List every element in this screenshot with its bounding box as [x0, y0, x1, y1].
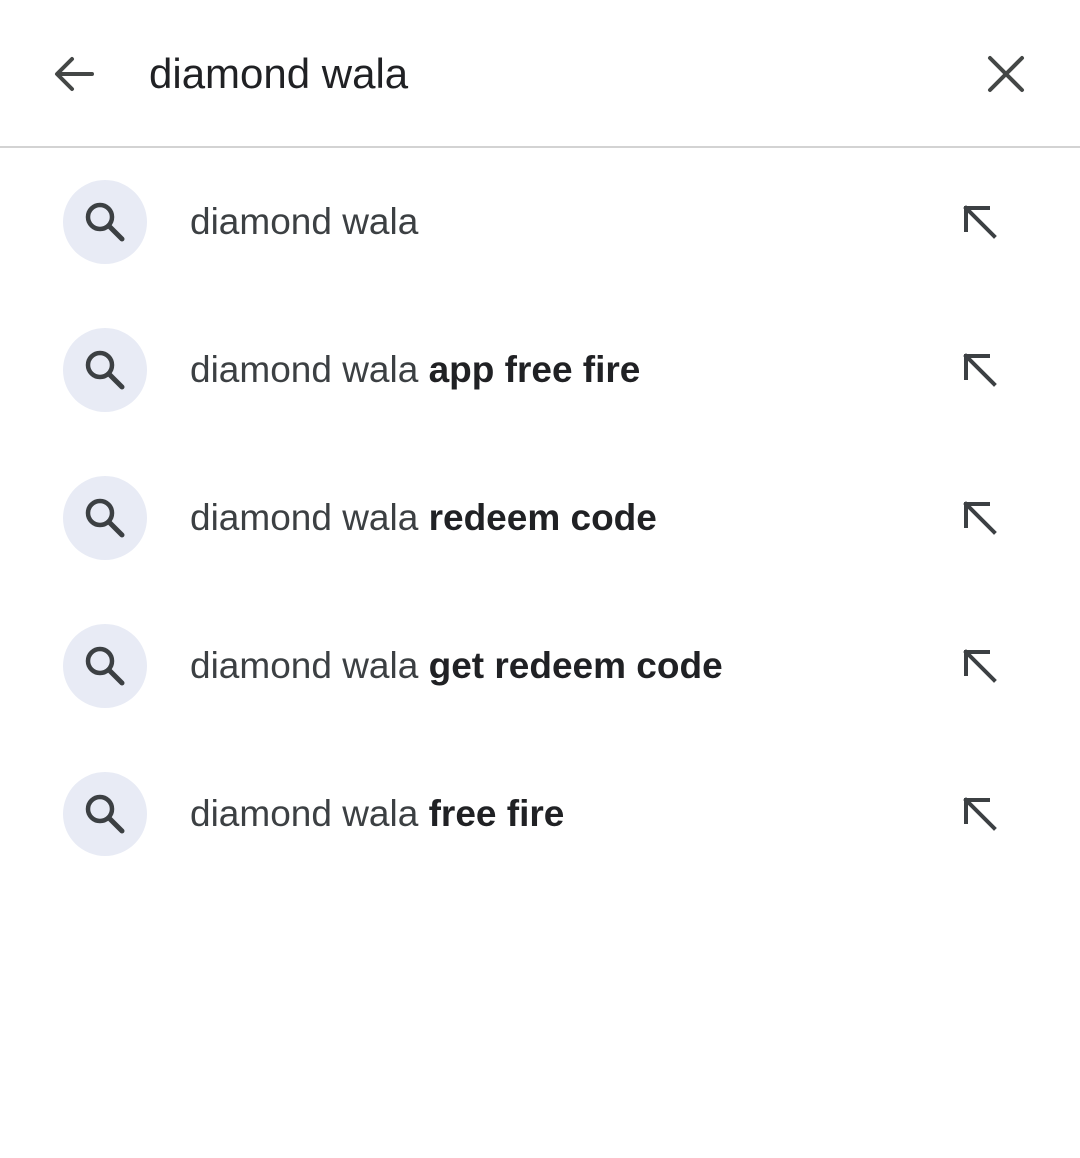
suggestion-item[interactable]: diamond wala get redeem code	[0, 592, 1080, 740]
fill-query-button[interactable]	[950, 192, 1010, 252]
suggestion-prefix: diamond wala	[190, 645, 419, 686]
arrow-up-left-icon	[963, 501, 997, 535]
search-header: diamond wala	[0, 0, 1080, 148]
back-button[interactable]	[44, 44, 104, 104]
arrow-up-left-icon	[963, 649, 997, 683]
suggestion-prefix: diamond wala	[190, 497, 419, 538]
arrow-up-left-icon	[963, 205, 997, 239]
search-icon-badge	[63, 180, 147, 264]
arrow-left-icon	[55, 57, 94, 91]
suggestion-item[interactable]: diamond wala free fire	[0, 740, 1080, 888]
suggestion-label: diamond wala	[190, 198, 418, 246]
suggestion-suffix: app free fire	[418, 349, 641, 390]
search-icon	[85, 498, 125, 538]
suggestion-label: diamond wala get redeem code	[190, 642, 723, 690]
suggestion-prefix: diamond wala	[190, 201, 419, 242]
suggestion-prefix: diamond wala	[190, 793, 419, 834]
search-icon-badge	[63, 624, 147, 708]
suggestion-label: diamond wala free fire	[190, 790, 564, 838]
fill-query-button[interactable]	[950, 784, 1010, 844]
search-icon-badge	[63, 328, 147, 412]
clear-search-button[interactable]	[976, 44, 1036, 104]
suggestion-item[interactable]: diamond wala app free fire	[0, 296, 1080, 444]
arrow-up-left-icon	[963, 353, 997, 387]
suggestion-prefix: diamond wala	[190, 349, 419, 390]
search-icon	[85, 350, 125, 390]
search-icon-badge	[63, 476, 147, 560]
suggestion-item[interactable]: diamond wala redeem code	[0, 444, 1080, 592]
suggestion-suffix: get redeem code	[418, 645, 723, 686]
arrow-up-left-icon	[963, 797, 997, 831]
suggestion-item[interactable]: diamond wala	[0, 148, 1080, 296]
fill-query-button[interactable]	[950, 340, 1010, 400]
fill-query-button[interactable]	[950, 488, 1010, 548]
search-icon	[85, 794, 125, 834]
search-input[interactable]: diamond wala	[149, 48, 408, 100]
suggestion-suffix: free fire	[418, 793, 565, 834]
suggestion-label: diamond wala redeem code	[190, 494, 657, 542]
fill-query-button[interactable]	[950, 636, 1010, 696]
suggestion-suffix: redeem code	[418, 497, 657, 538]
search-icon-badge	[63, 772, 147, 856]
close-icon	[988, 56, 1024, 92]
suggestion-label: diamond wala app free fire	[190, 346, 640, 394]
search-icon	[85, 646, 125, 686]
search-icon	[85, 202, 125, 242]
